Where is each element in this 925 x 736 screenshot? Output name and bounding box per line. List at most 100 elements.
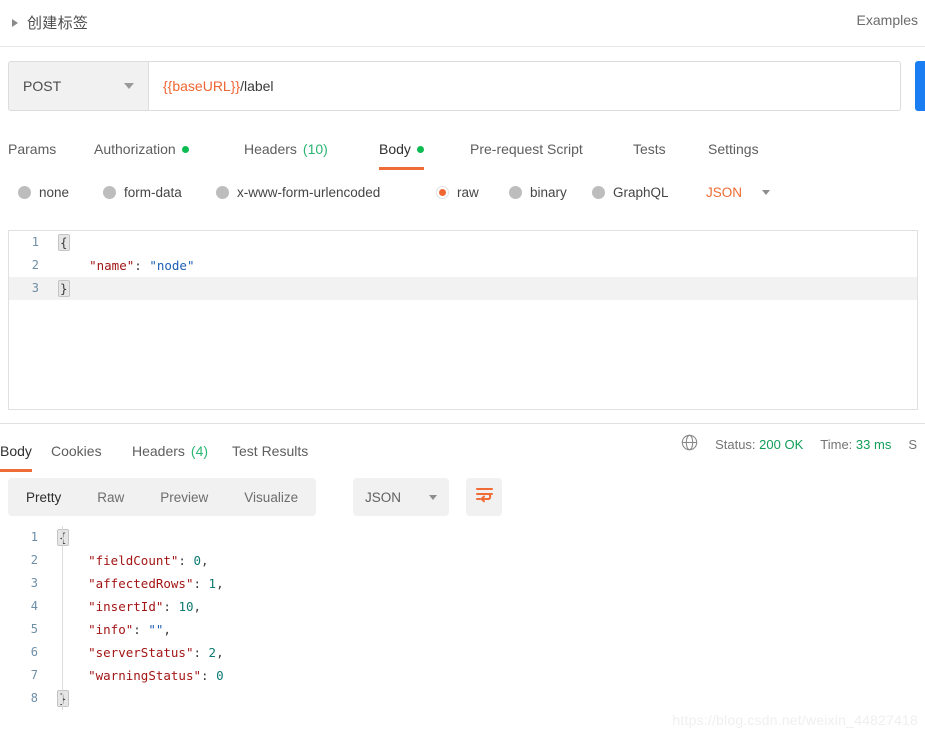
radio-icon[interactable] <box>18 185 31 199</box>
http-method-select[interactable]: POST <box>8 61 148 111</box>
url-input[interactable]: {{baseURL}}/label <box>148 61 901 111</box>
tab-tests[interactable]: Tests <box>633 128 666 170</box>
radio-icon[interactable] <box>592 185 605 199</box>
time-group: Time: 33 ms <box>820 437 891 452</box>
json-string: "node" <box>149 258 195 273</box>
body-type-label: form-data <box>124 184 182 200</box>
code-line: 3} <box>9 277 917 300</box>
response-tab-body[interactable]: Body <box>0 430 32 472</box>
tab-params[interactable]: Params <box>8 128 56 170</box>
examples-button[interactable]: Examples <box>857 12 918 28</box>
code-text: { <box>55 231 917 254</box>
response-format-select[interactable]: JSON <box>353 478 449 516</box>
json-key: "affectedRows" <box>88 576 194 591</box>
response-tab-test-results[interactable]: Test Results <box>232 430 308 472</box>
response-view-raw[interactable]: Raw <box>79 478 142 516</box>
json-number: 10 <box>178 599 194 614</box>
radio-icon[interactable] <box>509 185 522 199</box>
tab-headers[interactable]: Headers (10) <box>244 128 328 170</box>
radio-icon[interactable] <box>436 185 449 199</box>
line-number: 4 <box>30 599 38 613</box>
indent-guide <box>62 618 63 641</box>
code-line: 4 "insertId": 10, <box>8 595 918 618</box>
globe-icon[interactable] <box>681 434 698 454</box>
radio-icon[interactable] <box>216 185 229 199</box>
bracket-match: } <box>58 280 70 297</box>
tab-label: Test Results <box>232 443 309 459</box>
line-number: 7 <box>30 668 38 682</box>
tab-body[interactable]: Body <box>379 128 424 170</box>
tab-settings[interactable]: Settings <box>708 128 759 170</box>
response-body-editor[interactable]: 1{2 "fieldCount": 0,3 "affectedRows": 1,… <box>8 526 918 712</box>
tab-label: Pre-request Script <box>470 141 583 157</box>
body-type-none[interactable]: none <box>18 178 69 206</box>
json-punctuation: , <box>193 599 202 614</box>
json-string: "" <box>148 622 164 637</box>
body-type-label: binary <box>530 184 567 200</box>
caret-right-icon[interactable] <box>12 18 18 27</box>
request-body-editor[interactable]: 1{2 "name": "node" 3} <box>8 230 918 410</box>
json-punctuation: , <box>201 553 209 568</box>
chevron-down-icon <box>429 494 437 500</box>
code-line: 2 "name": "node" <box>9 254 917 277</box>
tab-count: (4) <box>190 443 209 459</box>
code-line: 8} <box>8 687 918 710</box>
code-line: 7 "warningStatus": 0 <box>8 664 918 687</box>
line-number: 1 <box>31 235 39 249</box>
json-key: "info" <box>88 622 134 637</box>
response-tab-headers[interactable]: Headers (4) <box>132 430 208 472</box>
json-number: 2 <box>208 645 217 660</box>
request-title-group[interactable]: 创建标签 <box>12 12 88 33</box>
code-line: 1{ <box>9 231 917 254</box>
word-wrap-button[interactable] <box>466 478 502 516</box>
radio-icon[interactable] <box>103 185 116 199</box>
page-title: 创建标签 <box>27 14 89 32</box>
line-number: 3 <box>30 576 38 590</box>
line-number: 2 <box>31 258 39 272</box>
pane-divider <box>0 423 925 424</box>
body-type-label: x-www-form-urlencoded <box>237 184 381 200</box>
body-type-binary[interactable]: binary <box>509 178 567 206</box>
tab-label: Settings <box>708 141 759 157</box>
code-line: 1{ <box>8 526 918 549</box>
json-punctuation: , <box>216 645 224 660</box>
bracket-match: { <box>58 234 70 251</box>
response-view-preview[interactable]: Preview <box>142 478 226 516</box>
tab-count: (10) <box>302 141 328 157</box>
response-view-visualize[interactable]: Visualize <box>226 478 316 516</box>
size-label: S <box>908 436 917 452</box>
json-punctuation: : <box>178 553 194 568</box>
json-punctuation: , <box>216 576 224 591</box>
tab-authorization[interactable]: Authorization <box>94 128 189 170</box>
body-format-label: JSON <box>706 184 743 200</box>
tab-pre-request-script[interactable]: Pre-request Script <box>470 128 583 170</box>
json-punctuation: : <box>163 599 179 614</box>
url-variable-token: {{baseURL}} <box>163 78 241 94</box>
tab-label: Headers <box>244 141 297 157</box>
code-text: } <box>54 687 918 710</box>
send-button[interactable] <box>915 61 925 111</box>
code-text: } <box>55 277 917 300</box>
indent-guide <box>62 572 63 595</box>
json-key: "warningStatus" <box>88 668 201 683</box>
body-type-label: raw <box>457 184 479 200</box>
line-number: 6 <box>30 645 38 659</box>
json-number: 0 <box>193 553 202 568</box>
response-format-label: JSON <box>365 489 402 505</box>
body-type-label: none <box>39 184 70 200</box>
body-type-raw[interactable]: raw <box>436 178 479 206</box>
time-label: Time: <box>820 436 853 452</box>
response-tab-cookies[interactable]: Cookies <box>51 430 102 472</box>
body-format-select[interactable]: JSON <box>706 178 771 206</box>
body-type-form-data[interactable]: form-data <box>103 178 182 206</box>
indent-guide <box>62 664 63 687</box>
url-bar: POST {{baseURL}}/label <box>8 61 901 111</box>
body-type-graphql[interactable]: GraphQL <box>592 178 669 206</box>
active-tab-underline <box>379 167 424 170</box>
response-view-pretty[interactable]: Pretty <box>8 478 79 516</box>
body-type-x-www-form-urlencoded[interactable]: x-www-form-urlencoded <box>216 178 380 206</box>
tab-label: Cookies <box>51 443 102 459</box>
chevron-down-icon <box>124 83 134 89</box>
code-text: "name": "node" <box>55 254 917 277</box>
watermark: https://blog.csdn.net/weixin_44827418 <box>672 712 918 728</box>
